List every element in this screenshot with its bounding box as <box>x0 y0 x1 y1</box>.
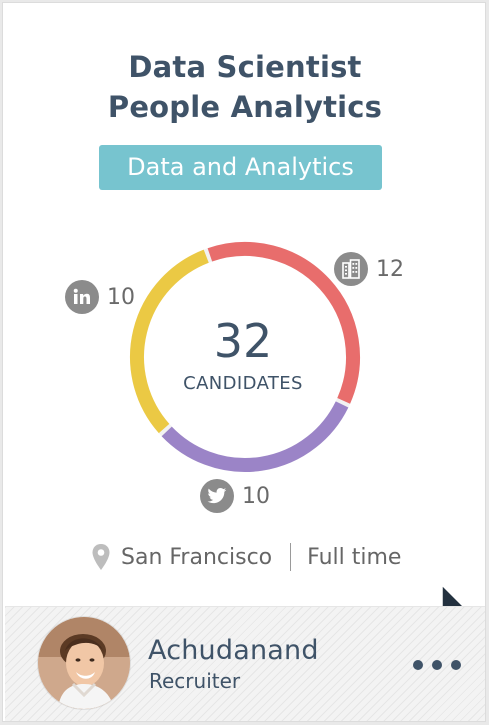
recruiter-avatar[interactable] <box>38 617 130 709</box>
recruiter-name[interactable]: Achudanand <box>148 635 319 667</box>
source-company: 12 <box>334 252 404 286</box>
job-title-line-2: People Analytics <box>107 90 383 124</box>
meta-divider <box>290 543 292 571</box>
job-location: San Francisco <box>121 544 273 570</box>
building-icon <box>334 252 368 286</box>
job-card[interactable]: Data Scientist People Analytics Data and… <box>2 2 486 722</box>
donut-segment-twitter <box>161 401 349 472</box>
more-options-button[interactable] <box>413 658 461 672</box>
job-meta: San Francisco Full time <box>91 543 401 571</box>
linkedin-count: 10 <box>107 284 135 310</box>
company-count: 12 <box>376 256 404 282</box>
more-dot-2 <box>432 660 442 670</box>
more-dot-1 <box>413 660 423 670</box>
more-dot-3 <box>451 660 461 670</box>
job-title-line-1: Data Scientist <box>128 50 362 84</box>
candidate-label: CANDIDATES <box>183 373 303 394</box>
location-pin-icon <box>92 544 110 570</box>
twitter-icon <box>200 479 234 513</box>
department-tag: Data and Analytics <box>99 145 382 190</box>
source-twitter: 10 <box>200 479 270 513</box>
source-linkedin: 10 <box>65 280 135 314</box>
job-type: Full time <box>307 544 402 570</box>
twitter-count: 10 <box>242 483 270 509</box>
recruiter-role: Recruiter <box>149 669 241 693</box>
recruiter-footer: Achudanand Recruiter <box>5 606 485 721</box>
linkedin-icon <box>65 280 99 314</box>
job-title: Data Scientist People Analytics <box>3 47 485 127</box>
candidate-count: 32 <box>213 314 273 368</box>
